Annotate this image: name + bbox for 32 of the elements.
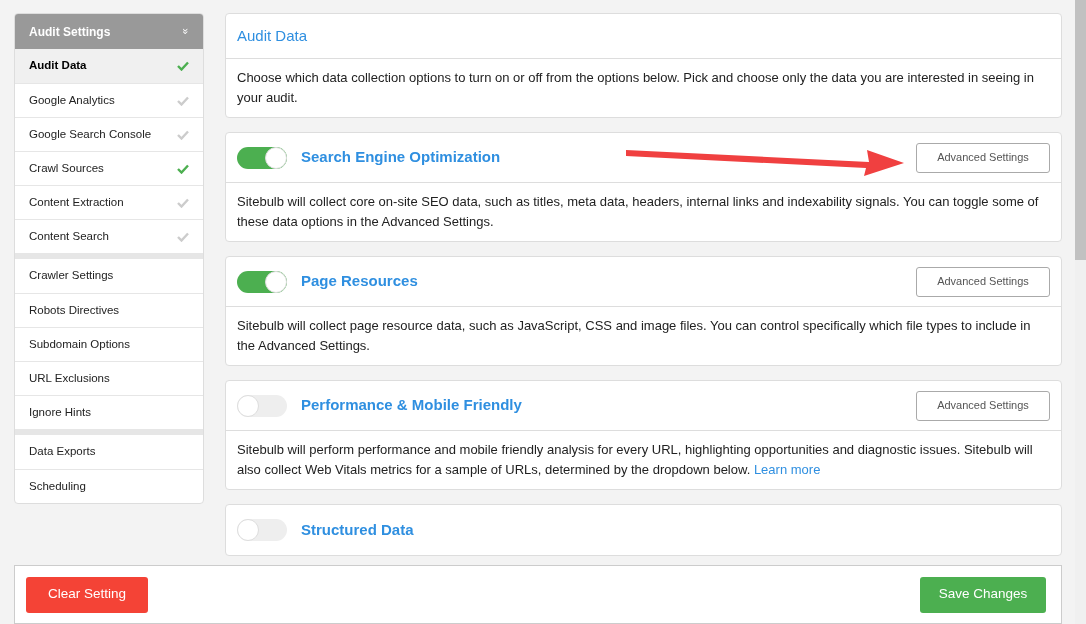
sidebar-item[interactable]: Crawl Sources	[15, 151, 203, 185]
advanced-settings-button[interactable]: Advanced Settings	[916, 266, 1050, 297]
learn-more-link[interactable]: Learn more	[753, 462, 821, 477]
sidebar-item[interactable]: Google Search Console	[15, 117, 203, 151]
sidebar-item[interactable]: Content Extraction	[15, 185, 203, 219]
sidebar-item[interactable]: Ignore Hints	[15, 395, 203, 429]
option-description: Sitebulb will collect page resource data, such as JavaScript, CSS and image files. You can control specifically which file types to include in the Advanced Settings.	[236, 317, 1032, 355]
option-title: Page Resources	[301, 271, 418, 292]
option-title: Performance & Mobile Friendly	[301, 395, 522, 416]
option-title: Search Engine Optimization	[301, 147, 501, 168]
sidebar-item[interactable]: Robots Directives	[15, 293, 203, 327]
sidebar-item[interactable]: Audit Data	[15, 49, 203, 83]
advanced-settings-button[interactable]: Advanced Settings	[916, 390, 1050, 421]
sidebar-item[interactable]: Google Analytics	[15, 83, 203, 117]
toggle-switch[interactable]	[237, 146, 287, 169]
sidebar-item[interactable]: Scheduling	[15, 469, 203, 503]
advanced-settings-button[interactable]: Advanced Settings	[916, 142, 1050, 173]
option-title: Structured Data	[301, 519, 414, 540]
sidebar-title: Audit Settings	[29, 23, 111, 41]
sidebar-item[interactable]: URL Exclusions	[15, 361, 203, 395]
sidebar-item[interactable]: Content Search	[15, 219, 203, 253]
toggle-switch[interactable]	[237, 394, 287, 417]
card-title: Audit Data	[237, 25, 308, 46]
clear-setting-button[interactable]: Clear Setting	[26, 576, 148, 613]
sidebar-item[interactable]: Crawler Settings	[15, 259, 203, 293]
card-description: Choose which data collection options to turn on or off from the options below. Pick and choose only the data you are interested in seeing in your audit.	[236, 69, 1035, 107]
option-description: Sitebulb will collect core on-site SEO data, such as titles, meta data, headers, internal links and indexability signals. You can toggle some of these data options in the Advanced Settings.	[236, 193, 1040, 231]
sidebar-item[interactable]: Subdomain Options	[15, 327, 203, 361]
sidebar-item[interactable]: Data Exports	[15, 435, 203, 469]
toggle-switch[interactable]	[237, 270, 287, 293]
option-description: Sitebulb will perform performance and mobile friendly analysis for every URL, highlighting opportunities and diagnostic issues. Sitebulb will also collect Web Vitals metrics for a sample of URLs, determined by the dropdown below. Learn more	[236, 441, 1034, 479]
toggle-switch[interactable]	[237, 519, 287, 541]
